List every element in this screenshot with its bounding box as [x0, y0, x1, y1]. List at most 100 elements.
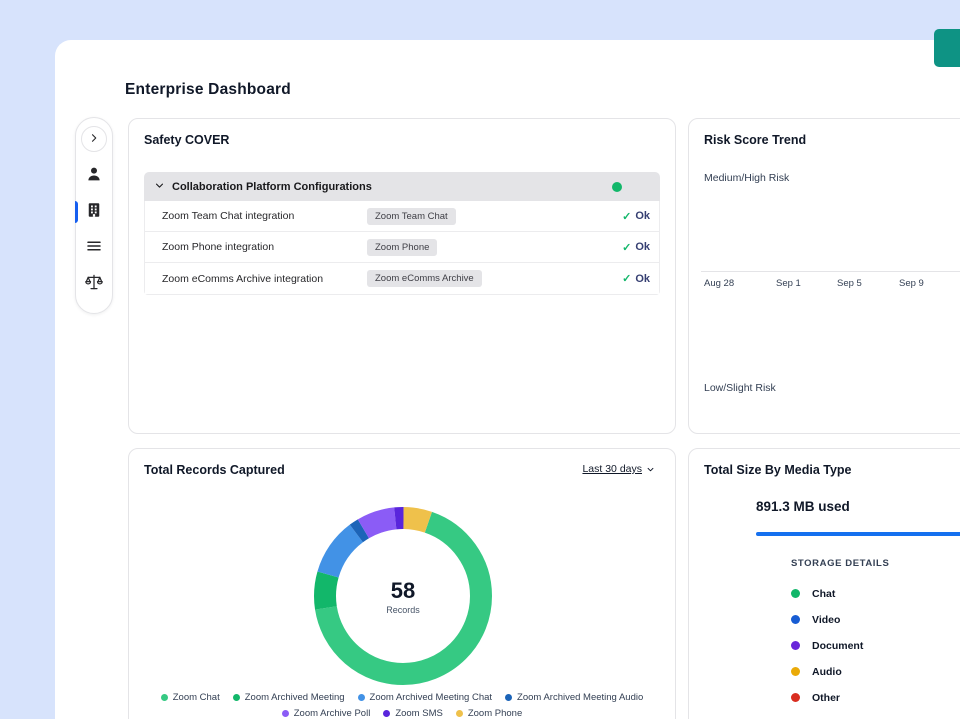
legend-dot: [791, 667, 800, 676]
legend-dot: [282, 710, 289, 717]
legend-label: Audio: [812, 666, 842, 678]
legend-label: Document: [812, 640, 863, 652]
integration-label: Zoom Phone integration: [162, 241, 274, 253]
list-icon: [85, 237, 103, 260]
building-icon: [85, 201, 103, 224]
legend-label: Zoom Phone: [468, 708, 522, 719]
check-icon: ✓: [622, 241, 631, 254]
legend-item: Zoom Chat: [161, 692, 220, 703]
records-count-label: Records: [386, 605, 420, 615]
storage-legend-item: Chat: [791, 587, 863, 600]
chevron-down-icon: [646, 465, 655, 474]
legend-item: Zoom Archived Meeting Chat: [358, 692, 493, 703]
integration-label: Zoom eComms Archive integration: [162, 273, 323, 285]
legend-dot: [456, 710, 463, 717]
donut-center: 58 Records: [313, 506, 493, 686]
legend-label: Zoom Archived Meeting: [245, 692, 345, 703]
integration-badge: Zoom Team Chat: [367, 208, 456, 225]
legend-label: Zoom Chat: [173, 692, 220, 703]
records-legend: Zoom Chat Zoom Archived Meeting Zoom Arc…: [129, 692, 675, 719]
group-status-dot: [612, 182, 622, 192]
risk-score-trend-card: Risk Score Trend Medium/High Risk Aug 28…: [688, 118, 960, 434]
risk-x-axis: [701, 271, 960, 272]
status-text: Ok: [635, 241, 650, 253]
storage-used-label: 891.3 MB used: [756, 499, 850, 514]
risk-x-tick: Sep 5: [837, 278, 862, 289]
page-title: Enterprise Dashboard: [125, 81, 291, 99]
storage-title: Total Size By Media Type: [704, 463, 852, 477]
legend-item: Zoom SMS: [383, 708, 443, 719]
chevron-down-icon: [154, 178, 165, 196]
risk-y-label-top: Medium/High Risk: [704, 172, 789, 184]
storage-legend-item: Other: [791, 691, 863, 704]
sidebar: [75, 117, 113, 314]
legend-dot: [161, 694, 168, 701]
collaboration-config-group: Collaboration Platform Configurations Zo…: [144, 172, 660, 295]
legend-label: Zoom Archive Poll: [294, 708, 371, 719]
records-donut-chart: 58 Records: [313, 506, 493, 686]
storage-legend-item: Audio: [791, 665, 863, 678]
legend-label: Chat: [812, 588, 835, 600]
safety-cover-card: Safety COVER Collaboration Platform Conf…: [128, 118, 676, 434]
sidebar-item-users[interactable]: [76, 164, 112, 188]
risk-x-tick: Aug 28: [704, 278, 734, 289]
legend-row: Zoom Chat Zoom Archived Meeting Zoom Arc…: [161, 692, 644, 703]
legend-label: Zoom SMS: [395, 708, 443, 719]
legend-dot: [791, 589, 800, 598]
check-icon: ✓: [622, 210, 631, 223]
floating-button-partial[interactable]: [934, 29, 960, 67]
legend-row: Zoom Archive Poll Zoom SMS Zoom Phone: [282, 708, 522, 719]
sidebar-item-policies[interactable]: [76, 236, 112, 260]
legend-dot: [358, 694, 365, 701]
sidebar-item-compliance[interactable]: [76, 272, 112, 296]
risk-x-tick: Sep 1: [776, 278, 801, 289]
legend-dot: [791, 693, 800, 702]
storage-legend-item: Document: [791, 639, 863, 652]
integration-row: Zoom eComms Archive integration Zoom eCo…: [145, 263, 659, 294]
legend-dot: [233, 694, 240, 701]
total-records-card: Total Records Captured Last 30 days 58 R…: [128, 448, 676, 719]
status-ok: ✓ Ok: [622, 210, 650, 223]
integration-badge: Zoom Phone: [367, 239, 437, 256]
legend-item: Zoom Archive Poll: [282, 708, 371, 719]
legend-dot: [505, 694, 512, 701]
status-text: Ok: [635, 273, 650, 285]
group-label: Collaboration Platform Configurations: [172, 181, 372, 193]
page: Enterprise Dashboard: [0, 0, 960, 719]
check-icon: ✓: [622, 272, 631, 285]
integration-row: Zoom Team Chat integration Zoom Team Cha…: [145, 201, 659, 232]
sidebar-item-organization[interactable]: [76, 200, 112, 224]
risk-trend-title: Risk Score Trend: [704, 133, 806, 147]
storage-legend-item: Video: [791, 613, 863, 626]
storage-card: Total Size By Media Type 891.3 MB used S…: [688, 448, 960, 719]
legend-dot: [383, 710, 390, 717]
status-ok: ✓ Ok: [622, 272, 650, 285]
integration-label: Zoom Team Chat integration: [162, 210, 294, 222]
legend-label: Video: [812, 614, 840, 626]
integration-row: Zoom Phone integration Zoom Phone ✓ Ok: [145, 232, 659, 263]
legend-dot: [791, 641, 800, 650]
collaboration-config-header[interactable]: Collaboration Platform Configurations: [144, 172, 660, 201]
legend-dot: [791, 615, 800, 624]
chevron-right-icon: [88, 132, 100, 147]
storage-usage-bar: [756, 532, 960, 536]
date-range-selector[interactable]: Last 30 days: [582, 463, 655, 475]
risk-y-label-bottom: Low/Slight Risk: [704, 382, 776, 394]
legend-item: Zoom Archived Meeting: [233, 692, 345, 703]
status-text: Ok: [635, 210, 650, 222]
storage-details-heading: STORAGE DETAILS: [791, 558, 889, 569]
legend-label: Other: [812, 692, 840, 704]
expand-sidebar-button[interactable]: [81, 126, 107, 152]
user-icon: [85, 165, 103, 188]
safety-cover-title: Safety COVER: [144, 133, 229, 147]
total-records-title: Total Records Captured: [144, 463, 285, 477]
integration-rows: Zoom Team Chat integration Zoom Team Cha…: [144, 201, 660, 295]
legend-label: Zoom Archived Meeting Audio: [517, 692, 643, 703]
legend-item: Zoom Phone: [456, 708, 522, 719]
integration-badge: Zoom eComms Archive: [367, 270, 482, 287]
legend-label: Zoom Archived Meeting Chat: [370, 692, 493, 703]
records-count: 58: [391, 578, 415, 604]
risk-x-tick: Sep 9: [899, 278, 924, 289]
storage-legend: Chat Video Document Audio Other: [791, 587, 863, 704]
scales-icon: [84, 272, 104, 297]
